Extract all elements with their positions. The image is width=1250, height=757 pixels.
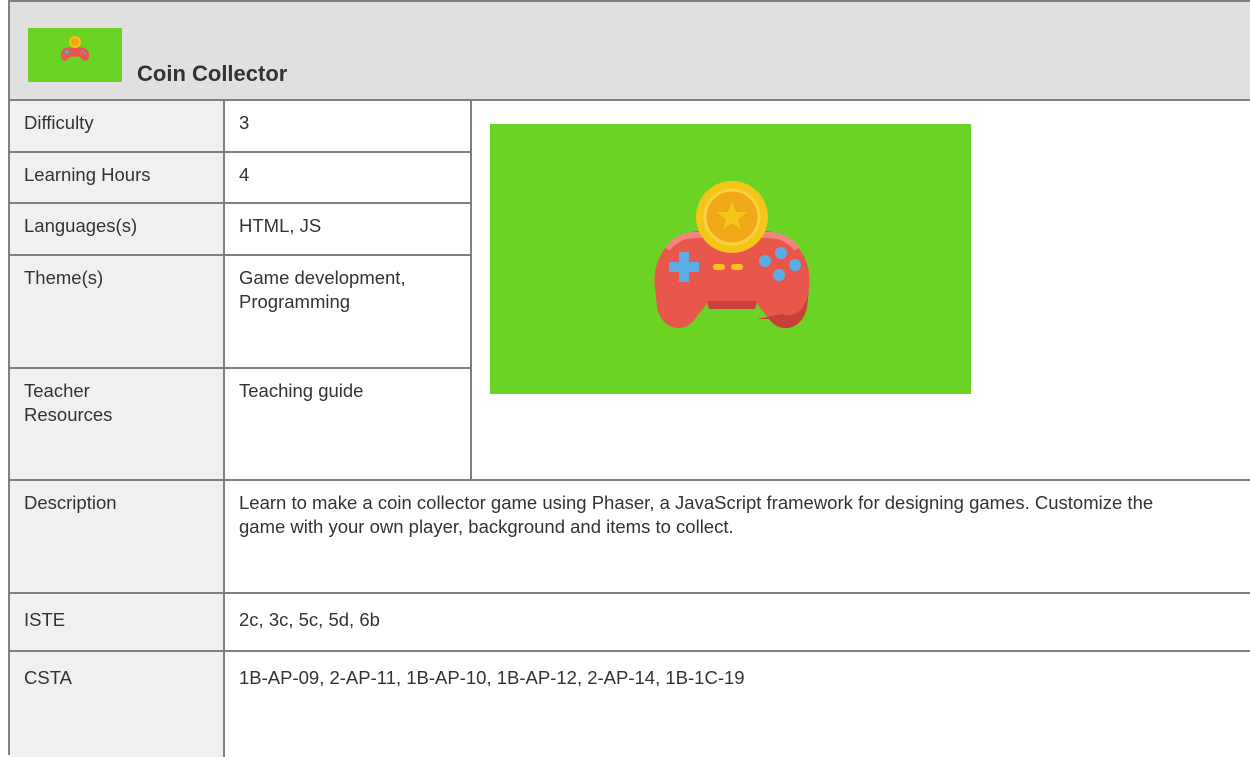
gamepad-coin-icon — [60, 36, 90, 61]
teacher-resources-value: Teaching guide — [225, 369, 472, 481]
description-label: Description — [10, 481, 225, 594]
csta-label: CSTA — [10, 652, 225, 757]
card-header: Coin Collector — [10, 2, 1250, 101]
csta-value: 1B-AP-09, 2-AP-11, 1B-AP-10, 1B-AP-12, 2… — [225, 652, 1250, 757]
iste-label: ISTE — [10, 594, 225, 652]
gamepad-coin-icon — [654, 181, 810, 329]
themes-value: Game development, Programming — [225, 256, 472, 369]
learning-hours-value: 4 — [225, 153, 472, 204]
page-title: Coin Collector — [137, 61, 288, 86]
description-value: Learn to make a coin collector game usin… — [225, 481, 1250, 594]
difficulty-label: Difficulty — [10, 101, 225, 153]
iste-value: 2c, 3c, 5c, 5d, 6b — [225, 594, 1250, 652]
difficulty-value: 3 — [225, 101, 472, 153]
project-image — [490, 124, 971, 394]
teacher-resources-label: Teacher Resources — [10, 369, 225, 481]
languages-value: HTML, JS — [225, 204, 472, 256]
themes-label: Theme(s) — [10, 256, 225, 369]
project-image-cell — [472, 101, 1250, 481]
header-thumbnail — [28, 28, 122, 82]
learning-hours-label: Learning Hours — [10, 153, 225, 204]
project-card: Coin Collector Difficulty 3 Learning Hou… — [8, 0, 1250, 757]
languages-label: Languages(s) — [10, 204, 225, 256]
